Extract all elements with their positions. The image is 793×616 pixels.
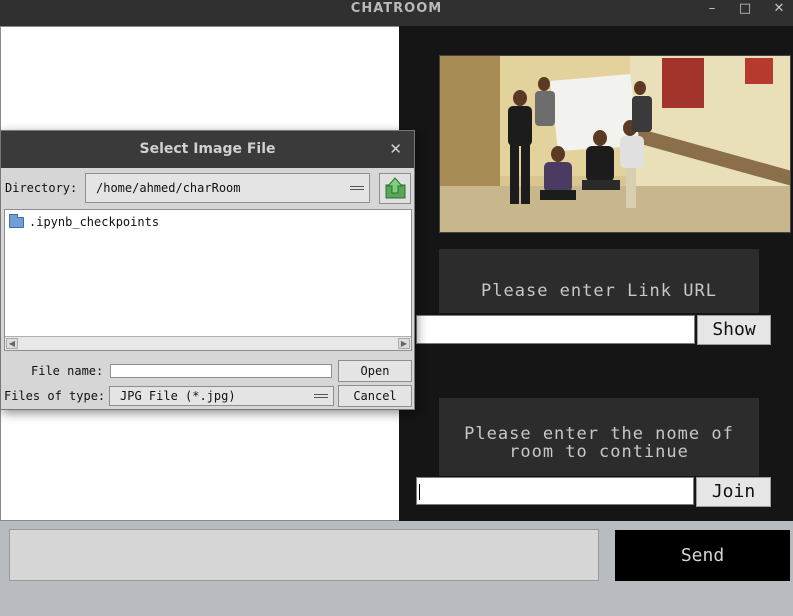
file-type-value: JPG File (*.jpg) — [120, 389, 236, 403]
up-folder-icon — [385, 177, 406, 199]
room-prompt-line-1: Please enter the nome of — [464, 424, 734, 444]
message-input[interactable] — [9, 529, 599, 581]
show-button[interactable]: Show — [697, 315, 771, 345]
minimize-button[interactable]: – — [702, 0, 722, 17]
horizontal-scrollbar[interactable]: ◀ ▶ — [5, 336, 411, 350]
file-type-combo[interactable]: JPG File (*.jpg) — [109, 386, 334, 406]
scroll-left-icon[interactable]: ◀ — [6, 338, 18, 349]
text-caret — [419, 484, 420, 500]
link-url-prompt: Please enter Link URL — [439, 249, 759, 313]
select-image-dialog: Select Image File ✕ Directory: /home/ahm… — [0, 130, 415, 410]
close-button[interactable]: ✕ — [769, 0, 789, 17]
dropdown-icon — [350, 186, 364, 190]
file-item-name: .ipynb_checkpoints — [29, 215, 160, 229]
cancel-button[interactable]: Cancel — [338, 385, 412, 407]
window-title: CHATROOM — [350, 1, 443, 16]
file-list[interactable]: .ipynb_checkpoints ◀ ▶ — [4, 209, 412, 351]
folder-icon — [9, 214, 24, 228]
link-url-input[interactable] — [416, 315, 695, 344]
dialog-close-icon[interactable]: ✕ — [389, 131, 402, 168]
room-name-input[interactable] — [416, 477, 694, 505]
dropdown-icon — [314, 394, 328, 398]
directory-value: /home/ahmed/charRoom — [96, 181, 241, 195]
up-folder-button[interactable] — [379, 173, 411, 204]
room-prompt-line-2: room to continue — [509, 442, 689, 462]
directory-label: Directory: — [5, 181, 78, 195]
open-button[interactable]: Open — [338, 360, 412, 382]
file-name-label: File name: — [31, 364, 104, 378]
join-button[interactable]: Join — [696, 477, 771, 507]
title-bar: CHATROOM – □ ✕ — [0, 0, 793, 26]
group-photo-image — [439, 55, 791, 233]
maximize-button[interactable]: □ — [735, 0, 755, 17]
dialog-title: Select Image File — [1, 131, 414, 168]
room-name-prompt: Please enter the nome of room to continu… — [439, 398, 759, 476]
directory-combo[interactable]: /home/ahmed/charRoom — [85, 173, 370, 203]
file-name-field[interactable] — [110, 364, 332, 378]
send-button[interactable]: Send — [615, 530, 790, 581]
scroll-right-icon[interactable]: ▶ — [398, 338, 410, 349]
files-of-type-label: Files of type: — [4, 389, 106, 403]
